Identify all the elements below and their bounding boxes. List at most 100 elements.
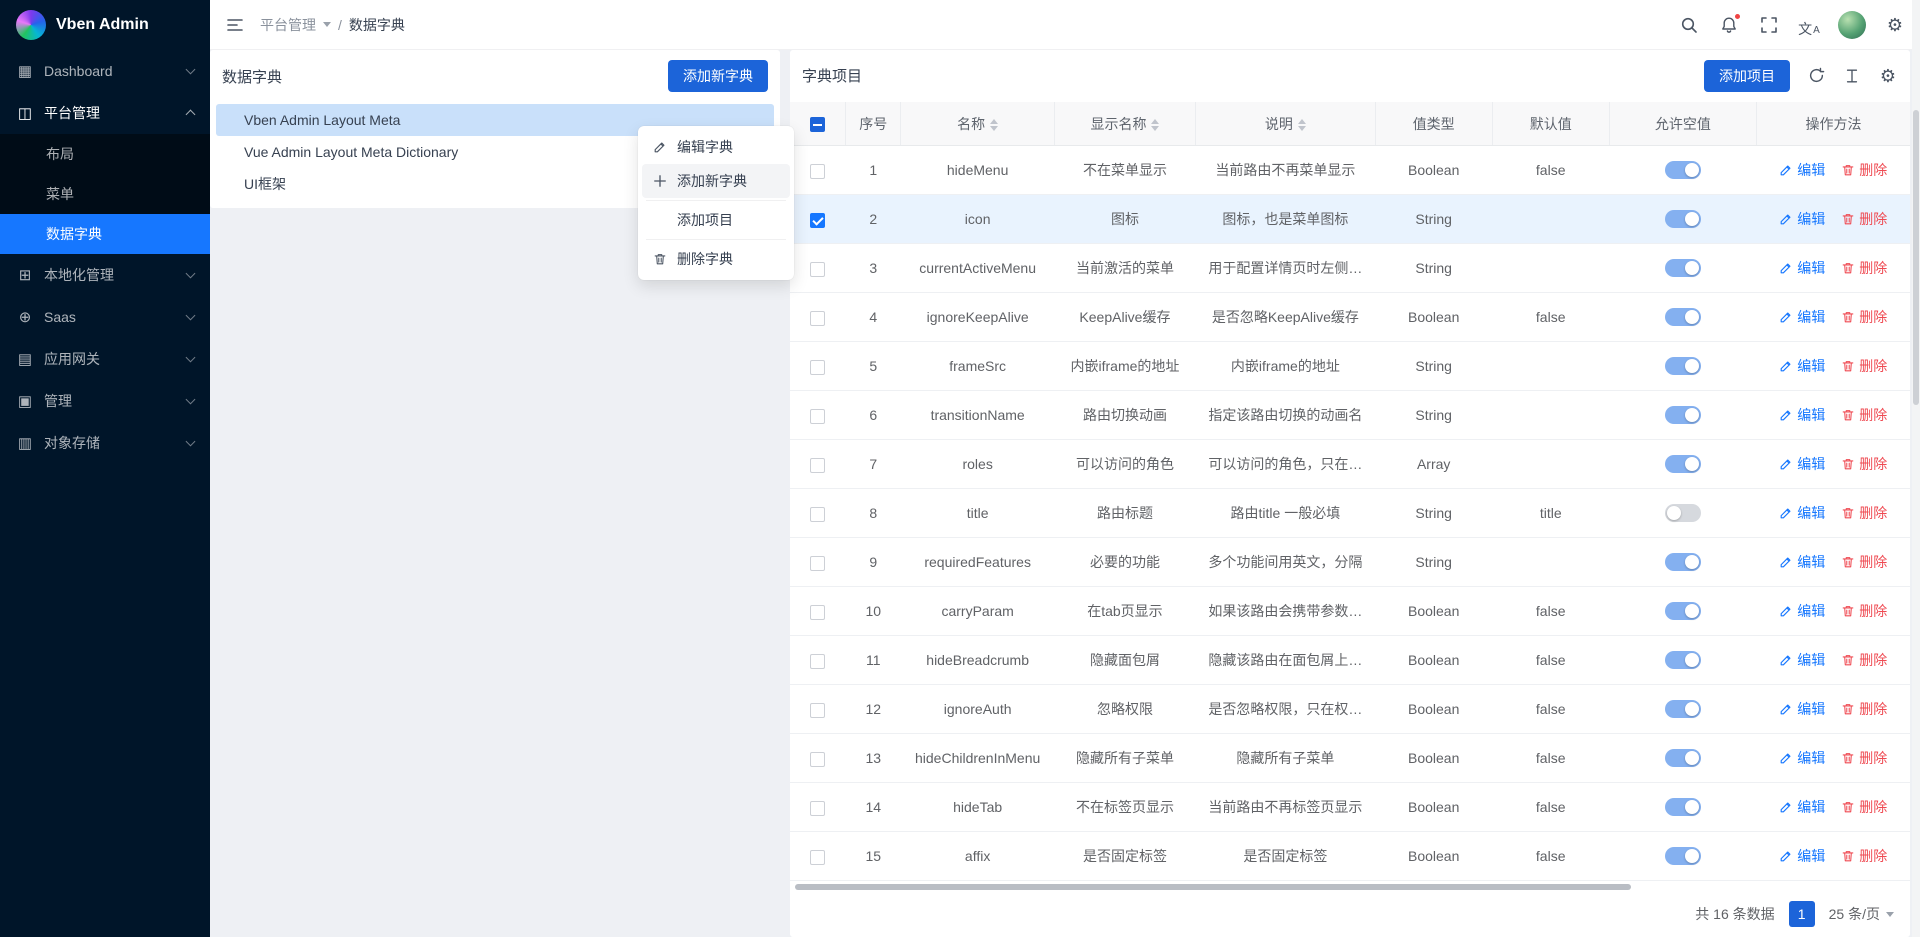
context-menu-item-3[interactable]: 删除字典 [642, 242, 790, 276]
row-checkbox[interactable] [810, 213, 825, 228]
row-checkbox[interactable] [810, 507, 825, 522]
delete-button[interactable]: 删除 [1841, 797, 1887, 817]
edit-button[interactable]: 编辑 [1779, 846, 1825, 866]
delete-button[interactable]: 删除 [1841, 699, 1887, 719]
allow-null-toggle[interactable] [1665, 553, 1701, 571]
refresh-icon[interactable] [1806, 66, 1826, 86]
delete-button[interactable]: 删除 [1841, 601, 1887, 621]
edit-button[interactable]: 编辑 [1779, 503, 1825, 523]
allow-null-toggle[interactable] [1665, 455, 1701, 473]
bell-icon[interactable] [1718, 14, 1740, 36]
delete-button[interactable]: 删除 [1841, 454, 1887, 474]
sidebar-fold-icon[interactable] [224, 14, 246, 36]
sort-icon[interactable] [1151, 119, 1159, 131]
horizontal-scrollbar-thumb[interactable] [795, 884, 1631, 890]
translate-icon[interactable]: 文A [1798, 14, 1820, 36]
sidebar-item-5[interactable]: ▣管理 [0, 380, 210, 422]
allow-null-toggle[interactable] [1665, 847, 1701, 865]
sidebar-item-2[interactable]: ⊞本地化管理 [0, 254, 210, 296]
delete-button[interactable]: 删除 [1841, 307, 1887, 327]
delete-button[interactable]: 删除 [1841, 748, 1887, 768]
edit-button[interactable]: 编辑 [1779, 650, 1825, 670]
sidebar-item-6[interactable]: ▥对象存储 [0, 422, 210, 464]
allow-null-toggle[interactable] [1665, 406, 1701, 424]
breadcrumb-parent[interactable]: 平台管理 [260, 15, 316, 35]
edit-button[interactable]: 编辑 [1779, 307, 1825, 327]
table-settings-icon[interactable]: ⚙ [1878, 66, 1898, 86]
allow-null-toggle[interactable] [1665, 602, 1701, 620]
sidebar-subitem-1-1[interactable]: 菜单 [0, 174, 210, 214]
sidebar-item-4[interactable]: ▤应用网关 [0, 338, 210, 380]
delete-button[interactable]: 删除 [1841, 405, 1887, 425]
row-checkbox[interactable] [810, 556, 825, 571]
edit-button[interactable]: 编辑 [1779, 160, 1825, 180]
delete-button[interactable]: 删除 [1841, 258, 1887, 278]
row-checkbox[interactable] [810, 311, 825, 326]
horizontal-scrollbar[interactable] [793, 883, 1907, 891]
row-height-icon[interactable] [1842, 66, 1862, 86]
sidebar-item-3[interactable]: ⊕Saas [0, 296, 210, 338]
page-1-button[interactable]: 1 [1789, 901, 1815, 927]
row-checkbox[interactable] [810, 850, 825, 865]
logo[interactable]: Vben Admin [0, 0, 210, 50]
sidebar-item-1[interactable]: ◫平台管理 [0, 92, 210, 134]
delete-button[interactable]: 删除 [1841, 209, 1887, 229]
add-dictionary-button[interactable]: 添加新字典 [668, 60, 768, 92]
allow-null-toggle[interactable] [1665, 210, 1701, 228]
row-checkbox[interactable] [810, 458, 825, 473]
context-menu-item-1[interactable]: 添加新字典 [642, 164, 790, 198]
delete-button[interactable]: 删除 [1841, 846, 1887, 866]
allow-null-toggle[interactable] [1665, 161, 1701, 179]
sort-icon[interactable] [1298, 119, 1306, 131]
column-header-desc[interactable]: 说明 [1196, 102, 1376, 146]
edit-button[interactable]: 编辑 [1779, 405, 1825, 425]
row-checkbox[interactable] [810, 409, 825, 424]
edit-button[interactable]: 编辑 [1779, 258, 1825, 278]
page-size-select[interactable]: 25 条/页 [1829, 904, 1894, 924]
context-menu-item-2[interactable]: 添加项目 [642, 203, 790, 237]
allow-null-toggle[interactable] [1665, 749, 1701, 767]
allow-null-toggle[interactable] [1665, 700, 1701, 718]
column-header-display[interactable]: 显示名称 [1054, 102, 1195, 146]
row-checkbox[interactable] [810, 262, 825, 277]
search-icon[interactable] [1678, 14, 1700, 36]
edit-button[interactable]: 编辑 [1779, 797, 1825, 817]
allow-null-toggle[interactable] [1665, 504, 1701, 522]
sort-icon[interactable] [990, 119, 998, 131]
add-item-button[interactable]: 添加项目 [1704, 60, 1790, 92]
settings-gear-icon[interactable]: ⚙ [1884, 14, 1906, 36]
edit-button[interactable]: 编辑 [1779, 748, 1825, 768]
vertical-scrollbar-thumb[interactable] [1913, 110, 1919, 405]
fullscreen-icon[interactable] [1758, 14, 1780, 36]
row-checkbox[interactable] [810, 752, 825, 767]
edit-button[interactable]: 编辑 [1779, 601, 1825, 621]
sidebar-subitem-1-2[interactable]: 数据字典 [0, 214, 210, 254]
delete-button[interactable]: 删除 [1841, 650, 1887, 670]
delete-button[interactable]: 删除 [1841, 160, 1887, 180]
delete-button[interactable]: 删除 [1841, 356, 1887, 376]
allow-null-toggle[interactable] [1665, 798, 1701, 816]
sidebar-subitem-1-0[interactable]: 布局 [0, 134, 210, 174]
edit-button[interactable]: 编辑 [1779, 356, 1825, 376]
delete-button[interactable]: 删除 [1841, 503, 1887, 523]
row-checkbox[interactable] [810, 605, 825, 620]
allow-null-toggle[interactable] [1665, 357, 1701, 375]
row-checkbox[interactable] [810, 360, 825, 375]
row-checkbox[interactable] [810, 654, 825, 669]
row-checkbox[interactable] [810, 801, 825, 816]
edit-button[interactable]: 编辑 [1779, 552, 1825, 572]
delete-button[interactable]: 删除 [1841, 552, 1887, 572]
edit-button[interactable]: 编辑 [1779, 699, 1825, 719]
avatar[interactable] [1838, 11, 1866, 39]
context-menu-item-0[interactable]: 编辑字典 [642, 130, 790, 164]
sidebar-item-0[interactable]: ▦Dashboard [0, 50, 210, 92]
vertical-scrollbar[interactable] [1912, 0, 1920, 937]
allow-null-toggle[interactable] [1665, 651, 1701, 669]
row-checkbox[interactable] [810, 164, 825, 179]
row-checkbox[interactable] [810, 703, 825, 718]
column-header-name[interactable]: 名称 [901, 102, 1054, 146]
allow-null-toggle[interactable] [1665, 259, 1701, 277]
allow-null-toggle[interactable] [1665, 308, 1701, 326]
select-all-checkbox[interactable] [810, 117, 825, 132]
edit-button[interactable]: 编辑 [1779, 454, 1825, 474]
